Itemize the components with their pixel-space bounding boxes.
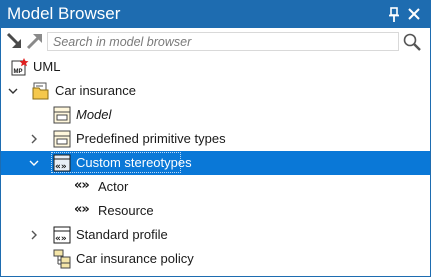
tree-item-label: Custom stereotypes [76,155,192,170]
tree-item-resource[interactable]: «» Resource [1,199,430,223]
stereotype-package-icon: «» [53,226,71,244]
pin-icon[interactable] [387,7,401,23]
mp-profile-icon: MP [11,58,29,76]
toolbar [1,28,430,55]
title-bar: Model Browser [1,1,430,28]
tree-item-uml[interactable]: MP UML [1,55,430,79]
tree-item-car-insurance[interactable]: Car insurance [1,79,430,103]
close-icon[interactable] [407,7,421,21]
chevron-down-icon[interactable] [7,85,19,97]
tree-item-predefined-primitive-types[interactable]: Predefined primitive types [1,127,430,151]
model-browser-panel: Model Browser MP [0,0,431,277]
tree-item-label: Actor [98,179,129,194]
stereotype-icon: «» [74,178,90,193]
svg-text:«»: «» [55,234,67,244]
package-icon [32,82,49,100]
collapse-expand-icon[interactable] [5,31,45,51]
tree-item-model[interactable]: Model [1,103,430,127]
svg-text:«»: «» [55,162,67,172]
model-icon [53,130,71,148]
search-box [47,32,399,51]
tree-item-label: Predefined primitive types [76,131,226,146]
search-icon[interactable] [402,32,422,52]
search-input[interactable] [53,34,393,50]
chevron-right-icon[interactable] [28,133,40,145]
chevron-down-icon[interactable] [28,157,40,169]
tree-item-label: Standard profile [76,227,168,242]
tree-item-label: Model [76,107,112,122]
stereotype-icon: «» [74,202,90,217]
chevron-right-icon[interactable] [28,229,40,241]
svg-text:MP: MP [14,69,23,75]
tree-item-label: Car insurance [55,83,136,98]
tree-item-label: Car insurance policy [76,251,194,266]
model-icon [53,106,71,124]
panel-title: Model Browser [7,4,121,23]
tree-item-standard-profile[interactable]: «» Standard profile [1,223,430,247]
tree-item-label: UML [33,59,61,74]
stereotype-package-icon: «» [53,154,71,172]
tree-item-label: Resource [98,203,154,218]
diagram-icon [53,249,71,269]
tree-item-custom-stereotypes[interactable]: «» Custom stereotypes [1,151,430,175]
tree-item-car-insurance-policy[interactable]: Car insurance policy [1,247,430,271]
tree-item-actor[interactable]: «» Actor [1,175,430,199]
